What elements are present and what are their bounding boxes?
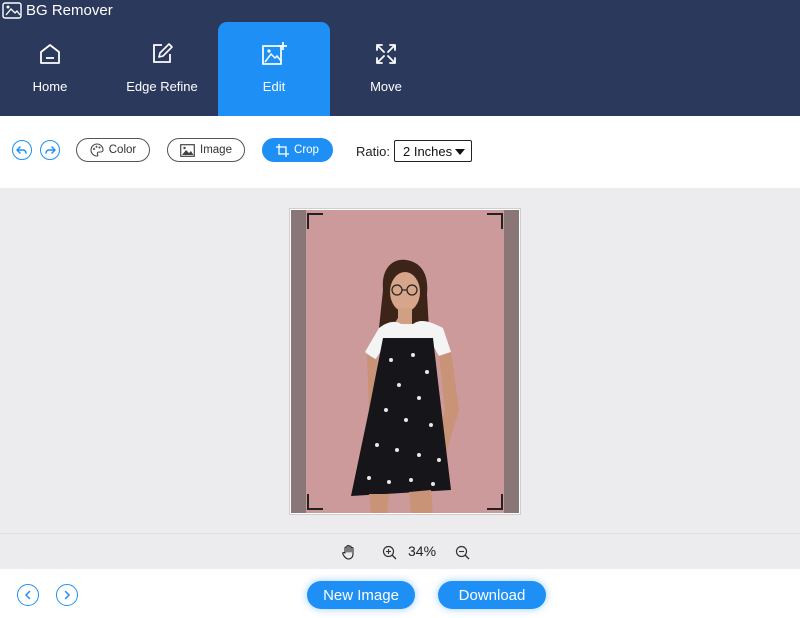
previous-button[interactable] bbox=[17, 584, 39, 606]
edited-photo bbox=[291, 210, 519, 513]
tab-move[interactable]: Move bbox=[330, 22, 442, 116]
zoom-out-button[interactable] bbox=[453, 543, 471, 561]
app-title-bar: BG Remover bbox=[2, 0, 113, 20]
zoom-bar: 34% bbox=[0, 533, 800, 569]
color-button-label: Color bbox=[108, 144, 137, 156]
edit-toolbar: Color Image Crop Ratio: 2 Inches bbox=[0, 116, 800, 188]
palette-icon bbox=[90, 143, 104, 157]
ratio-select[interactable]: 2 Inches bbox=[394, 140, 472, 162]
image-plus-icon bbox=[260, 40, 288, 68]
hand-tool-button[interactable] bbox=[340, 543, 358, 561]
app-title: BG Remover bbox=[26, 1, 113, 19]
zoom-level: 34% bbox=[408, 543, 437, 559]
zoom-in-icon bbox=[382, 545, 396, 559]
ratio-label: Ratio: bbox=[356, 144, 390, 159]
image-button[interactable]: Image bbox=[167, 138, 245, 162]
tab-edit[interactable]: Edit bbox=[218, 22, 330, 116]
tab-edge-refine-label: Edge Refine bbox=[126, 79, 198, 94]
zoom-in-button[interactable] bbox=[380, 543, 398, 561]
hand-icon bbox=[342, 544, 354, 560]
undo-button[interactable] bbox=[12, 140, 32, 160]
app-logo-icon bbox=[2, 1, 22, 19]
new-image-button[interactable]: New Image bbox=[307, 581, 415, 609]
tab-edge-refine[interactable]: Edge Refine bbox=[106, 22, 218, 116]
download-button[interactable]: Download bbox=[438, 581, 546, 609]
crop-button[interactable]: Crop bbox=[262, 138, 333, 162]
image-button-label: Image bbox=[200, 144, 232, 156]
tab-home[interactable]: Home bbox=[0, 22, 106, 116]
footer-bar: New Image Download bbox=[0, 569, 800, 618]
tab-home-label: Home bbox=[32, 79, 68, 94]
edit-pen-icon bbox=[148, 40, 176, 68]
move-arrows-icon bbox=[372, 40, 400, 68]
tab-move-label: Move bbox=[370, 79, 402, 94]
home-icon bbox=[36, 40, 64, 68]
redo-button[interactable] bbox=[40, 140, 60, 160]
image-frame bbox=[289, 208, 521, 515]
next-button[interactable] bbox=[56, 584, 78, 606]
picture-icon bbox=[180, 143, 195, 157]
chevron-left-icon bbox=[24, 590, 31, 600]
zoom-out-icon bbox=[455, 545, 469, 559]
crop-handle-top-right[interactable] bbox=[487, 213, 503, 229]
color-button[interactable]: Color bbox=[76, 138, 150, 162]
redo-icon bbox=[45, 146, 56, 154]
ratio-select-value: 2 Inches bbox=[403, 143, 453, 159]
chevron-down-icon bbox=[455, 149, 465, 155]
undo-icon bbox=[16, 146, 27, 154]
canvas-area bbox=[0, 188, 800, 533]
crop-button-label: Crop bbox=[294, 144, 319, 156]
crop-handle-bottom-left[interactable] bbox=[307, 494, 323, 510]
chevron-right-icon bbox=[64, 590, 71, 600]
app-header: BG Remover Home Edge Refine Edit Move bbox=[0, 0, 800, 116]
tab-edit-label: Edit bbox=[262, 79, 286, 94]
crop-handle-bottom-right[interactable] bbox=[487, 494, 503, 510]
crop-icon bbox=[276, 143, 290, 157]
person-figure bbox=[351, 259, 459, 513]
crop-handle-top-left[interactable] bbox=[307, 213, 323, 229]
